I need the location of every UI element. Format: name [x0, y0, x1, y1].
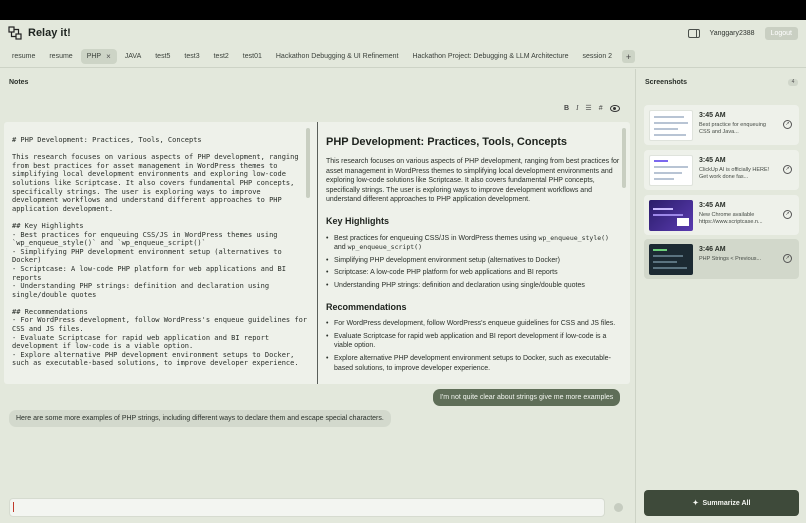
list-item: Best practices for enqueuing CSS/JS in W… [326, 234, 622, 253]
username: Yanggary2388 [709, 29, 755, 37]
app-header: Relay it! Yanggary2388 Logout [0, 20, 806, 46]
list-item: For WordPress development, follow WordPr… [326, 319, 622, 329]
notes-title: Notes [9, 79, 29, 86]
screenshots-sidebar: Screenshots 4 3:45 AM Best practice for … [635, 69, 806, 523]
tab-test01[interactable]: test01 [237, 50, 268, 63]
screenshot-card[interactable]: 3:45 AM New Chrome available https://www… [644, 195, 799, 235]
preview-scrollbar[interactable] [622, 128, 626, 188]
screenshot-desc: ClickUp AI is officially HERE! Get work … [699, 167, 770, 180]
assistant-message: Here are some more examples of PHP strin… [9, 410, 391, 427]
screenshots-title: Screenshots [645, 79, 688, 86]
sparkle-icon: ✦ [692, 500, 699, 507]
editor-divider[interactable] [317, 122, 318, 384]
markdown-source[interactable]: # PHP Development: Practices, Tools, Con… [4, 122, 317, 384]
list-item: Understanding PHP strings: definition an… [326, 281, 622, 291]
editor-toolbar: B I ☰ # [564, 104, 620, 112]
markdown-preview: PHP Development: Practices, Tools, Conce… [326, 136, 622, 384]
source-scrollbar[interactable] [306, 128, 310, 198]
chat-input[interactable] [9, 498, 605, 517]
open-screenshot-icon[interactable]: ↗ [783, 210, 792, 219]
tab-hackathon-ui[interactable]: Hackathon Debugging & UI Refinement [270, 50, 405, 63]
tab-php-label: PHP [86, 53, 102, 60]
text-caret [13, 502, 14, 512]
logo: Relay it! [8, 26, 71, 40]
open-screenshot-icon[interactable]: ↗ [783, 165, 792, 174]
list-button[interactable]: ☰ [585, 104, 591, 112]
tab-hackathon-llm[interactable]: Hackathon Project: Debugging & LLM Archi… [406, 50, 574, 63]
app-title: Relay it! [28, 27, 71, 39]
preview-eye-icon[interactable] [609, 104, 620, 112]
italic-button[interactable]: I [576, 104, 578, 112]
tab-test5[interactable]: test5 [149, 50, 176, 63]
tab-session-2[interactable]: session 2 [576, 50, 618, 63]
add-tab-button[interactable]: + [622, 50, 636, 63]
screenshot-time: 3:45 AM [699, 157, 726, 164]
inline-code: wp_enqueue_script() [347, 243, 422, 252]
screenshots-count-badge: 4 [788, 79, 798, 86]
list-item-text: Best practices for enqueuing CSS/JS in W… [334, 234, 539, 242]
logout-button[interactable]: Logout [764, 26, 798, 40]
panel-toggle-icon[interactable] [687, 28, 700, 38]
tab-close-icon[interactable]: × [106, 52, 111, 61]
bold-button[interactable]: B [564, 105, 569, 112]
tab-test3[interactable]: test3 [178, 50, 205, 63]
relay-logo-icon [8, 26, 22, 40]
screenshot-card[interactable]: 3:45 AM ClickUp AI is officially HERE! G… [644, 150, 799, 190]
tab-test2[interactable]: test2 [208, 50, 235, 63]
list-item: Scriptcase: A low-code PHP platform for … [326, 268, 622, 278]
screenshot-thumbnail [649, 155, 693, 186]
preview-highlights-heading: Key Highlights [326, 215, 390, 226]
open-screenshot-icon[interactable]: ↗ [783, 120, 792, 129]
tab-php[interactable]: PHP × [80, 49, 117, 64]
summarize-all-button[interactable]: ✦ Summarize All [644, 490, 799, 516]
screenshot-thumbnail [649, 244, 693, 275]
screenshot-desc: New Chrome available https://www.scriptc… [699, 212, 763, 225]
screenshot-card[interactable]: 3:45 AM Best practice for enqueuing CSS … [644, 105, 799, 145]
preview-title: PHP Development: Practices, Tools, Conce… [326, 136, 568, 148]
preview-recommendations-heading: Recommendations [326, 301, 407, 312]
send-button[interactable] [614, 503, 623, 512]
screenshot-thumbnail [649, 200, 693, 231]
preview-intro: This research focuses on various aspects… [326, 158, 620, 204]
screenshot-card[interactable]: 3:46 AM PHP Strings < Previous... ↗ [644, 239, 799, 279]
tab-java[interactable]: JAVA [119, 50, 147, 63]
list-item-text: and [334, 244, 348, 252]
screenshot-desc: PHP Strings < Previous... [699, 256, 762, 262]
inline-code: wp_enqueue_style() [538, 233, 609, 242]
heading-button[interactable]: # [599, 105, 603, 112]
highlights-list: Best practices for enqueuing CSS/JS in W… [326, 234, 622, 291]
recommendations-list: For WordPress development, follow WordPr… [326, 319, 622, 373]
screenshot-time: 3:45 AM [699, 112, 726, 119]
summarize-all-label: Summarize All [702, 499, 751, 507]
list-item: Simplifying PHP development environment … [326, 256, 622, 266]
screenshot-thumbnail [649, 110, 693, 141]
list-item: Evaluate Scriptcase for rapid web applic… [326, 332, 622, 351]
screenshot-desc: Best practice for enqueuing CSS and Java… [699, 122, 766, 135]
user-message: I'm not quite clear about strings give m… [433, 389, 621, 406]
session-tabs: resume resume PHP × JAVA test5 test3 tes… [0, 46, 806, 68]
notes-editor: # PHP Development: Practices, Tools, Con… [4, 122, 630, 384]
top-black-strip [0, 0, 806, 20]
tab-resume-1[interactable]: resume [6, 50, 41, 63]
list-item: Explore alternative PHP development envi… [326, 354, 622, 373]
tab-resume-2[interactable]: resume [43, 50, 78, 63]
screenshot-time: 3:45 AM [699, 202, 726, 209]
open-screenshot-icon[interactable]: ↗ [783, 254, 792, 263]
screenshot-time: 3:46 AM [699, 246, 726, 253]
